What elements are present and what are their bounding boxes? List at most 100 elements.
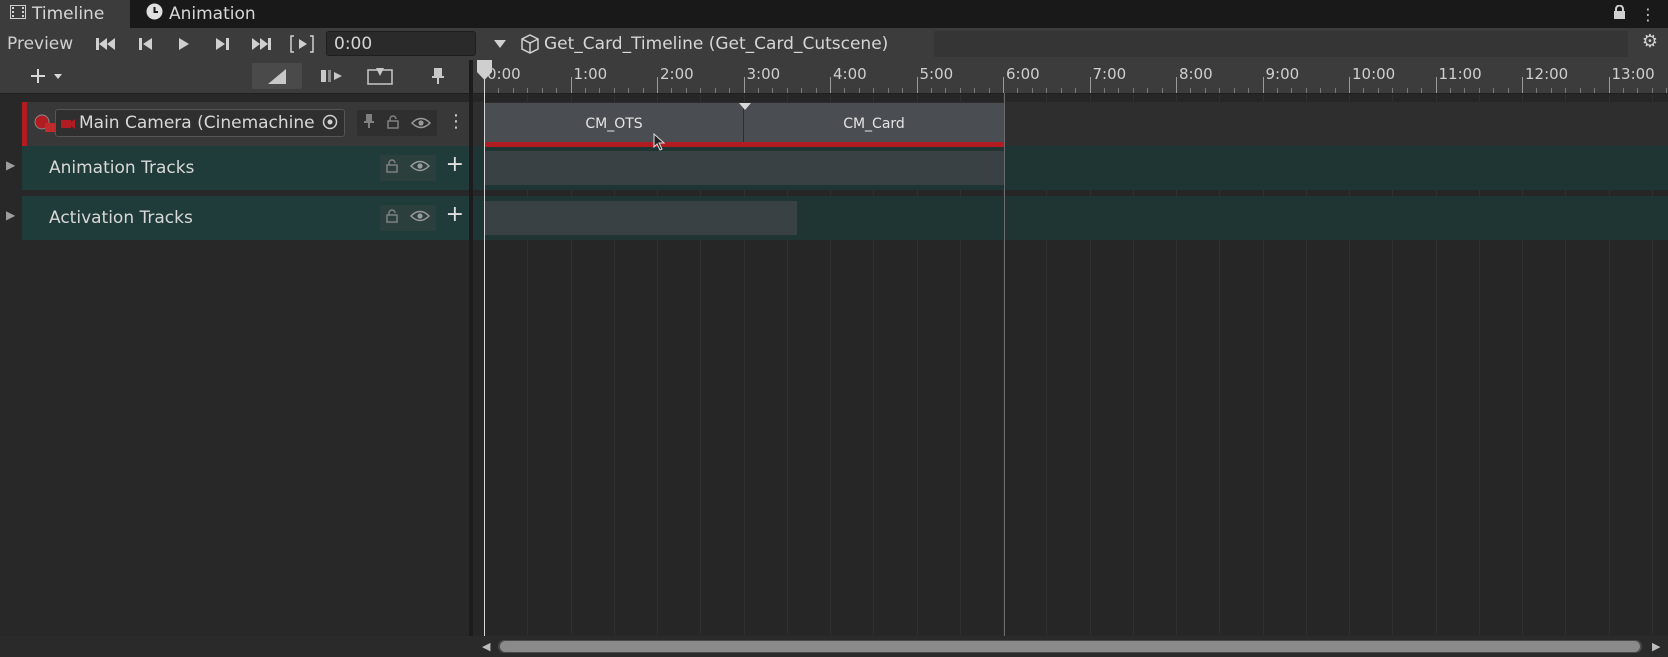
group-controls bbox=[380, 155, 436, 181]
ruler-minor-tick bbox=[1594, 88, 1596, 93]
ruler-major-tick bbox=[743, 77, 745, 93]
ruler-minor-tick bbox=[1219, 88, 1221, 93]
add-icon[interactable]: + bbox=[446, 152, 464, 178]
eye-icon[interactable] bbox=[409, 160, 431, 176]
track-controls bbox=[357, 110, 437, 136]
main-camera-label: Main Camera (Cinemachinе bbox=[79, 113, 315, 133]
add-track-button[interactable] bbox=[26, 63, 68, 89]
ruler-minor-tick bbox=[671, 88, 673, 93]
add-icon[interactable]: + bbox=[446, 202, 464, 228]
animation-group-summary bbox=[485, 151, 1004, 185]
breadcrumb-bar-bg bbox=[934, 31, 1628, 57]
horizontal-scrollbar[interactable]: ◀ ▶ bbox=[0, 636, 1668, 657]
activation-tracks-label: Activation Tracks bbox=[49, 208, 193, 228]
mix-mode-icon[interactable] bbox=[312, 63, 352, 89]
replace-mode-icon[interactable] bbox=[360, 63, 400, 89]
timeline-selector-dropdown-icon[interactable] bbox=[490, 31, 510, 57]
ruler-minor-tick bbox=[1666, 88, 1668, 93]
film-strip-icon bbox=[10, 4, 26, 24]
ruler-minor-tick bbox=[498, 88, 500, 93]
pin-track-icon[interactable] bbox=[363, 113, 375, 133]
camera-binding-field[interactable]: Main Camera (Cinemachinе bbox=[55, 109, 345, 137]
ruler-minor-tick bbox=[1320, 88, 1322, 93]
scroll-right-arrow-icon[interactable]: ▶ bbox=[1652, 640, 1660, 653]
tab-timeline[interactable]: Timeline bbox=[0, 0, 130, 28]
lock-track-icon[interactable] bbox=[387, 114, 399, 133]
lock-icon[interactable] bbox=[1613, 4, 1626, 24]
clip-cm-card[interactable]: CM_Card bbox=[744, 103, 1004, 145]
ruler-minor-tick bbox=[1565, 88, 1567, 93]
group-controls bbox=[380, 205, 436, 231]
eye-icon[interactable] bbox=[409, 210, 431, 226]
scroll-thumb[interactable] bbox=[500, 641, 1640, 652]
ruler-minor-tick bbox=[1392, 88, 1394, 93]
gear-icon[interactable]: ⚙ bbox=[1642, 31, 1658, 52]
ruler-minor-tick bbox=[1147, 88, 1149, 93]
ruler-minor-tick bbox=[1334, 88, 1336, 93]
go-to-start-icon[interactable] bbox=[92, 31, 120, 57]
ruler-major-tick bbox=[570, 77, 572, 93]
tab-animation[interactable]: Animation bbox=[146, 0, 286, 28]
ruler-minor-tick bbox=[1103, 88, 1105, 93]
clip-label: CM_OTS bbox=[585, 116, 643, 132]
object-picker-icon[interactable] bbox=[322, 114, 338, 130]
track-group-activation[interactable]: Activation Tracks + bbox=[22, 196, 470, 240]
ruler-major-tick bbox=[916, 77, 918, 93]
play-range-icon[interactable] bbox=[287, 31, 317, 57]
next-frame-icon[interactable] bbox=[208, 31, 236, 57]
ruler-minor-tick bbox=[613, 88, 615, 93]
track-menu-icon[interactable]: ⋮ bbox=[447, 111, 465, 132]
ruler-tick-label: 11:00 bbox=[1438, 65, 1482, 83]
track-group-animation[interactable]: Animation Tracks + bbox=[22, 146, 470, 190]
lock-icon[interactable] bbox=[386, 159, 398, 177]
clip-cm-ots[interactable]: CM_OTS bbox=[485, 103, 743, 145]
expand-arrow-icon[interactable]: ▶ bbox=[6, 208, 15, 222]
eye-icon[interactable] bbox=[410, 114, 432, 133]
ruler-tick-label: 12:00 bbox=[1525, 65, 1569, 83]
prefab-cube-icon bbox=[520, 34, 540, 54]
timeline-content[interactable]: CM_OTS CM_Card bbox=[473, 95, 1668, 635]
ruler-tick-label: 9:00 bbox=[1265, 65, 1300, 83]
go-to-end-icon[interactable] bbox=[246, 31, 276, 57]
breadcrumb[interactable]: Get_Card_Timeline (Get_Card_Cutscene) bbox=[520, 31, 940, 57]
ruler-tick-label: 7:00 bbox=[1092, 65, 1127, 83]
ruler-minor-tick bbox=[887, 88, 889, 93]
camera-object-icon bbox=[60, 116, 76, 130]
ripple-mode-icon[interactable] bbox=[252, 63, 302, 89]
ruler-minor-tick bbox=[1449, 88, 1451, 93]
ruler-minor-tick bbox=[700, 88, 702, 93]
time-ruler[interactable]: 0:00 1:00 2:00 3:00 4:00 5:00 6:00 7:00 8:00 9:00… bbox=[472, 60, 1668, 94]
ruler-minor-tick bbox=[628, 88, 630, 93]
ruler-minor-tick bbox=[1536, 88, 1538, 93]
ruler-minor-tick bbox=[786, 88, 788, 93]
ruler-minor-tick bbox=[1507, 88, 1509, 93]
pin-icon[interactable] bbox=[424, 63, 452, 89]
ruler-tick-label: 8:00 bbox=[1179, 65, 1213, 83]
ruler-major-tick bbox=[830, 77, 831, 93]
track-header-main-camera[interactable]: Main Camera (Cinemachinе ⋮ bbox=[22, 102, 475, 146]
ruler-minor-tick bbox=[1622, 88, 1624, 93]
ruler-minor-tick bbox=[1550, 88, 1552, 93]
ruler-minor-tick bbox=[1478, 88, 1480, 93]
ruler-minor-tick bbox=[815, 88, 817, 93]
current-time-field[interactable]: 0:00 bbox=[326, 31, 476, 56]
ruler-minor-tick bbox=[729, 88, 731, 93]
previous-frame-icon[interactable] bbox=[132, 31, 160, 57]
scroll-left-arrow-icon[interactable]: ◀ bbox=[482, 640, 490, 653]
ruler-minor-tick bbox=[599, 88, 601, 93]
ruler-tick-label: 3:00 bbox=[746, 65, 781, 83]
breadcrumb-label: Get_Card_Timeline (Get_Card_Cutscene) bbox=[544, 34, 889, 54]
ruler-tick-label: 6:00 bbox=[1006, 65, 1040, 83]
ruler-minor-tick bbox=[1031, 88, 1033, 93]
ruler-minor-tick bbox=[1075, 88, 1077, 93]
ruler-tick-label: 13:00 bbox=[1611, 65, 1655, 83]
expand-arrow-icon[interactable]: ▶ bbox=[6, 158, 15, 172]
ruler-major-tick bbox=[1435, 77, 1437, 93]
lock-icon[interactable] bbox=[386, 209, 398, 227]
tab-animation-label: Animation bbox=[169, 4, 256, 24]
more-options-icon[interactable]: ⋮ bbox=[1640, 5, 1656, 24]
preview-button[interactable]: Preview bbox=[7, 31, 81, 57]
play-icon[interactable] bbox=[170, 31, 198, 57]
tab-timeline-label: Timeline bbox=[32, 4, 105, 24]
ruler-minor-tick bbox=[714, 88, 716, 93]
